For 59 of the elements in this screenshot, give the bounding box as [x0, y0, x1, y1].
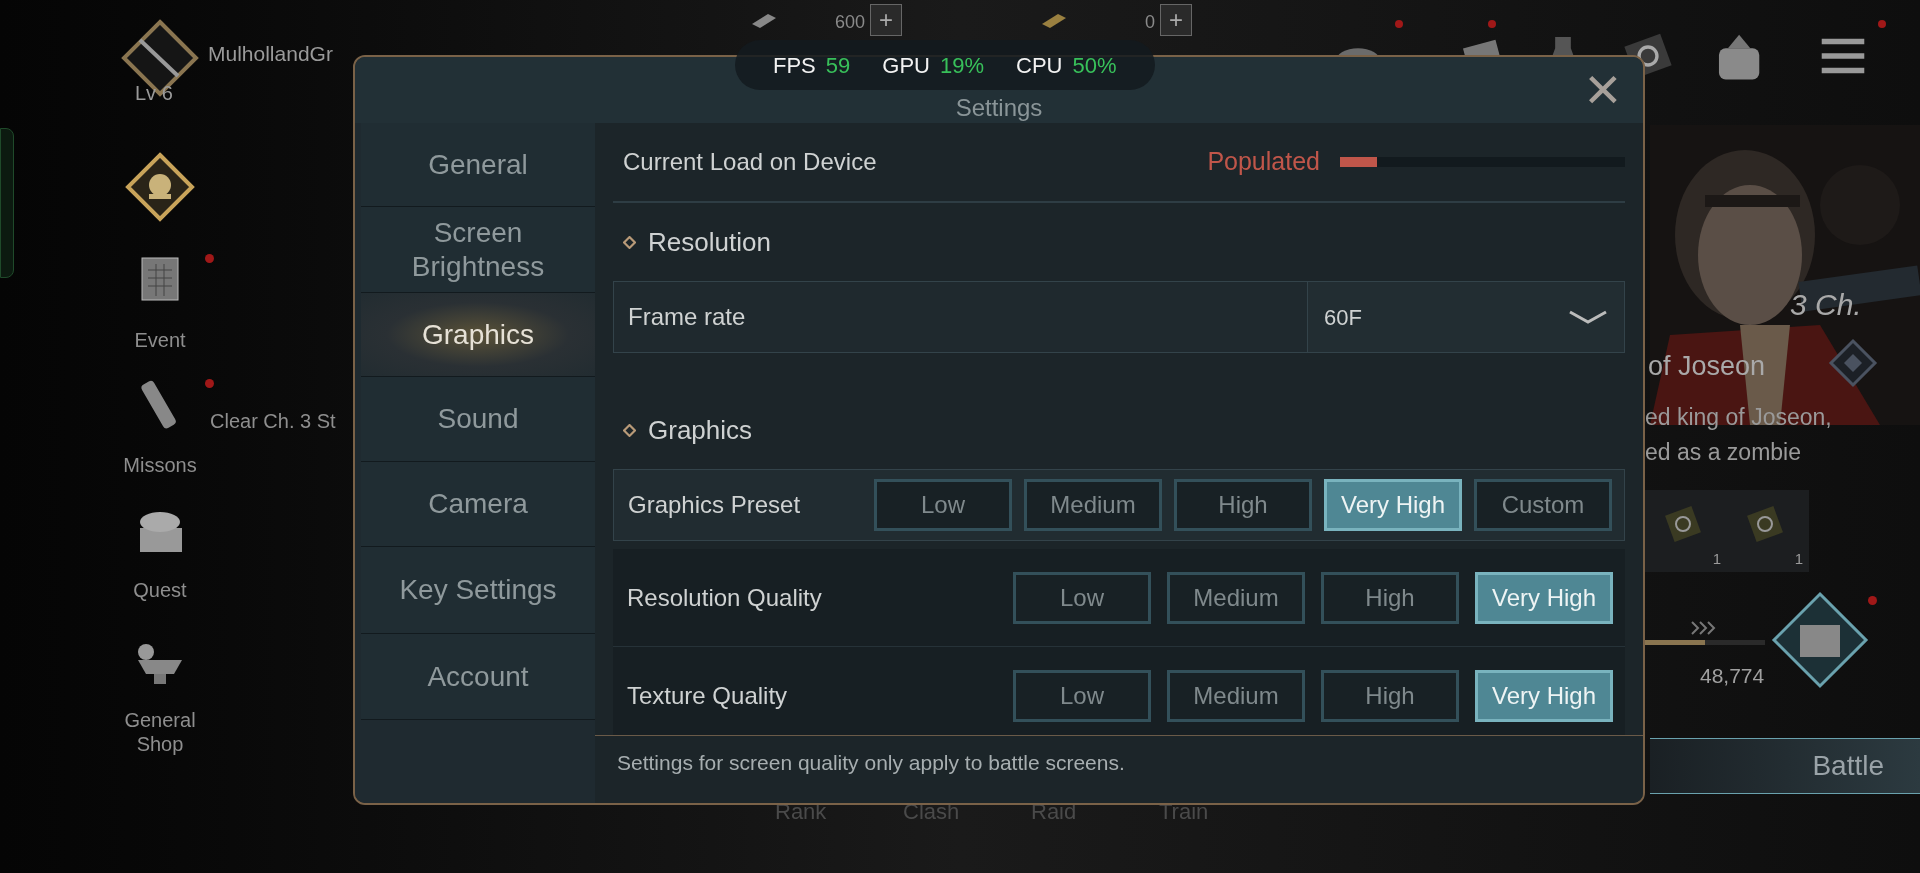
reward-count: 1 — [1794, 548, 1803, 569]
option-button[interactable]: Low — [1013, 571, 1151, 624]
resource-amount: 600 — [833, 11, 865, 34]
option-button[interactable]: High — [1321, 669, 1459, 722]
metric-value: 50% — [1072, 51, 1117, 80]
rank-emblem-icon[interactable] — [120, 18, 200, 98]
option-button[interactable]: Low — [1013, 669, 1151, 722]
quest-hint: Clear Ch. 3 St — [210, 409, 336, 434]
reward-count: 1 — [1712, 548, 1721, 569]
option-button[interactable]: Custom — [1474, 479, 1612, 531]
menu-item-label[interactable]: Missons — [100, 453, 220, 477]
player-name: MulhollandGr — [208, 41, 333, 67]
metric-label: CPU — [1016, 51, 1063, 80]
diamond-bullet-icon — [623, 235, 636, 249]
setting-label: Graphics Preset — [627, 490, 801, 520]
option-button[interactable]: High — [1174, 479, 1312, 531]
chevron-down-icon[interactable] — [1568, 309, 1608, 325]
chevrons-icon — [1690, 620, 1718, 636]
load-status: Populated — [1207, 146, 1320, 178]
chapter-label: 3 Ch. — [1790, 287, 1862, 323]
add-button[interactable]: + — [870, 4, 902, 36]
section-heading: Graphics — [648, 413, 753, 447]
boss-description: ed king of Joseon, — [1645, 403, 1832, 432]
option-button[interactable]: Very High — [1475, 669, 1613, 722]
option-button[interactable]: High — [1321, 571, 1459, 624]
resource-amount: 0 — [1144, 11, 1155, 34]
nav-tab[interactable]: Graphics — [361, 293, 595, 377]
metric-value: 59 — [825, 51, 851, 80]
metric-label: GPU — [882, 51, 930, 80]
option-button[interactable]: Low — [874, 479, 1012, 531]
option-button[interactable]: Very High — [1475, 571, 1613, 624]
add-button[interactable]: + — [1160, 4, 1192, 36]
player-level: Lv 6 — [135, 81, 173, 106]
section-heading: Resolution — [648, 225, 771, 259]
frame-rate-dropdown[interactable]: 60F — [1308, 282, 1624, 352]
option-button[interactable]: Medium — [1167, 669, 1305, 722]
menu-item-label[interactable]: Quest — [100, 578, 220, 602]
menu-item-label[interactable]: Event — [100, 328, 220, 352]
option-button[interactable]: Very High — [1324, 479, 1462, 531]
menu-item-label[interactable]: General Shop — [100, 708, 220, 756]
dialog-title: Settings — [955, 95, 1043, 123]
battle-button[interactable]: Battle — [1650, 738, 1920, 794]
bell-emblem-icon[interactable] — [125, 152, 195, 222]
metric-value: 19% — [939, 51, 984, 80]
close-button[interactable]: × — [1584, 59, 1621, 119]
setting-label: Texture Quality — [626, 680, 788, 711]
boss-name: of Joseon — [1648, 350, 1766, 383]
boss-description: ed as a zombie — [1645, 438, 1801, 467]
metric-label: FPS — [773, 51, 816, 80]
option-button[interactable]: Medium — [1024, 479, 1162, 531]
reward-card[interactable]: 1 — [1727, 490, 1809, 572]
footer-note: Settings for screen quality only apply to battle screens. — [616, 750, 1126, 776]
power-value: 48,774 — [1700, 663, 1765, 689]
setting-label: Current Load on Device — [623, 147, 877, 177]
option-button[interactable]: Medium — [1167, 571, 1305, 624]
setting-label: Resolution Quality — [626, 582, 822, 613]
reward-card[interactable]: 1 — [1645, 490, 1727, 572]
diamond-bullet-icon — [623, 423, 636, 437]
dropdown-value: 60F — [1324, 303, 1362, 332]
